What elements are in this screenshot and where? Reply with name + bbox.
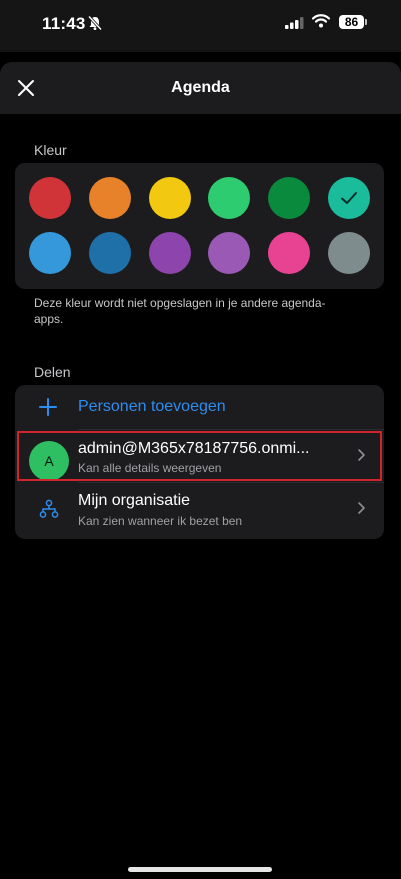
status-time: 11:43 [42,14,86,33]
bell-muted-icon [87,15,103,36]
cellular-signal-icon [285,16,304,34]
section-label-kleur: Kleur [34,142,67,158]
status-bar: 11:43 86 [0,0,401,52]
color-note: Deze kleur wordt niet opgeslagen in je a… [34,296,326,326]
page-title: Agenda [171,79,230,96]
color-swatch-dark-blue[interactable] [89,232,131,274]
color-swatch-red[interactable] [29,177,71,219]
chevron-right-icon [356,501,366,520]
organization-row[interactable]: Mijn organisatie Kan zien wanneer ik bez… [15,483,384,535]
add-people-label: Personen toevoegen [78,398,226,415]
color-swatch-pink[interactable] [268,232,310,274]
color-swatch-orange[interactable] [89,177,131,219]
sheet-header: Agenda [0,62,401,114]
organization-icon [39,499,59,524]
plus-icon [39,398,57,421]
home-indicator [128,867,272,872]
highlight-box [17,431,382,481]
color-swatch-teal[interactable] [328,177,370,219]
add-people-row[interactable]: Personen toevoegen [15,385,384,429]
color-swatch-dark-green[interactable] [268,177,310,219]
color-swatch-gray[interactable] [328,232,370,274]
section-label-delen: Delen [34,364,71,380]
color-picker-card [15,163,384,289]
color-swatch-light-blue[interactable] [29,232,71,274]
wifi-icon [311,14,331,33]
color-swatch-yellow[interactable] [149,177,191,219]
color-swatch-light-green[interactable] [208,177,250,219]
color-swatch-purple[interactable] [149,232,191,274]
battery-nub [365,19,367,25]
battery-indicator: 86 [339,15,364,29]
color-swatch-light-purple[interactable] [208,232,250,274]
organization-title: Mijn organisatie [78,492,191,509]
organization-permission: Kan zien wanneer ik bezet ben [78,514,243,528]
checkmark-icon [341,192,357,204]
